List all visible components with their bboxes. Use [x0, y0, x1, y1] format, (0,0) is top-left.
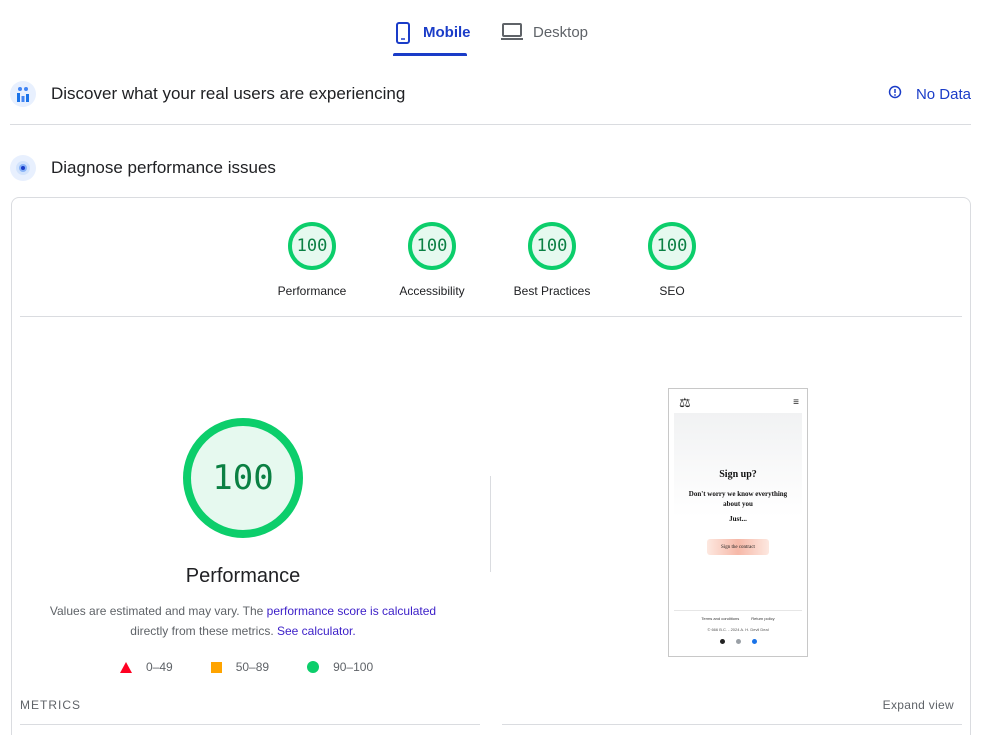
gauge-score: 100: [416, 236, 448, 256]
report-card: 100 Performance 100 Accessibility 100 Be…: [11, 197, 971, 735]
thumb-heading: Sign up?: [719, 469, 757, 480]
diagnose-section: Diagnose performance issues: [10, 153, 971, 183]
gauge-label: Accessibility: [399, 284, 465, 298]
gauge-label: Best Practices: [513, 284, 591, 298]
no-data-status[interactable]: No Data: [888, 85, 971, 103]
linkedin-icon: [751, 639, 757, 644]
legend-range: 0–49: [146, 660, 173, 674]
tab-mobile[interactable]: Mobile: [393, 14, 471, 56]
see-calculator-link[interactable]: See calculator.: [277, 624, 356, 638]
gauge-ring: 100: [648, 222, 696, 270]
square-icon: [210, 661, 222, 673]
gauge-ring: 100: [288, 222, 336, 270]
gauge-score: 100: [536, 236, 568, 256]
best-practices-gauge[interactable]: 100 Best Practices: [492, 222, 612, 298]
performance-gauge[interactable]: 100 Performance: [252, 222, 372, 298]
circle-icon: [307, 661, 320, 673]
performance-description: Values are estimated and may vary. The p…: [42, 601, 444, 641]
desc-text-1: Values are estimated and may vary. The: [49, 604, 267, 618]
legend-pass: 90–100: [307, 660, 373, 674]
smartphone-icon: [393, 14, 413, 49]
legend-range: 50–89: [235, 660, 270, 674]
triangle-icon: [120, 661, 132, 673]
thumb-copyright: © 666 B.C. - 2024 A. H. Devil Deal: [707, 627, 769, 632]
desc-text-2: directly from these metrics.: [130, 624, 277, 638]
tab-desktop-label: Desktop: [533, 24, 589, 41]
metrics-divider-left: [20, 724, 480, 725]
real-users-title: Discover what your real users are experi…: [51, 84, 406, 103]
github-icon: [719, 639, 725, 644]
gauge-label: Performance: [277, 284, 347, 298]
vertical-divider: [490, 476, 491, 572]
scales-logo-icon: ⚖: [679, 395, 691, 410]
thumb-social-icons: [669, 639, 807, 644]
score-gauges: 100 Performance 100 Accessibility 100 Be…: [12, 198, 970, 316]
legend-average: 50–89: [210, 660, 270, 674]
thumb-terms-link: Terms and conditions: [701, 616, 740, 621]
globe-icon: [735, 639, 741, 644]
thumb-subheading: Don't worry we know everything about you: [688, 490, 788, 508]
gauge-label: SEO: [659, 284, 685, 298]
thumb-signup-button: Sign the contract: [707, 539, 769, 555]
performance-score: 100: [212, 458, 274, 498]
thumb-tagline: Just...: [729, 515, 747, 523]
legend-range: 90–100: [333, 660, 374, 674]
accessibility-gauge[interactable]: 100 Accessibility: [372, 222, 492, 298]
performance-title: Performance: [185, 565, 301, 587]
gauge-ring: 100: [528, 222, 576, 270]
performance-big-gauge: 100: [183, 418, 303, 538]
gauges-divider: [20, 316, 962, 317]
no-data-label: No Data: [915, 85, 971, 103]
metrics-heading: METRICS: [20, 698, 81, 712]
gauge-score: 100: [656, 236, 688, 256]
lighthouse-icon: [10, 155, 36, 181]
metrics-divider-right: [502, 724, 962, 725]
gauge-ring: 100: [408, 222, 456, 270]
thumb-return-link: Return policy: [751, 616, 775, 621]
laptop-icon: [501, 14, 523, 47]
diagnose-title: Diagnose performance issues: [51, 158, 276, 177]
thumb-footer-links: Terms and conditions Return policy: [669, 616, 807, 621]
thumb-footer-divider: [674, 610, 802, 611]
seo-gauge[interactable]: 100 SEO: [612, 222, 732, 298]
hamburger-menu-icon: ≡: [793, 397, 799, 408]
gauge-score: 100: [296, 236, 328, 256]
expand-view-button[interactable]: Expand view: [883, 698, 954, 712]
real-users-section: Discover what your real users are experi…: [10, 79, 971, 109]
tab-mobile-label: Mobile: [423, 24, 471, 41]
info-icon: [888, 85, 902, 103]
section-divider: [10, 124, 971, 125]
page-screenshot-thumbnail[interactable]: ⚖ ≡ Sign up? Don't worry we know everyth…: [668, 388, 808, 657]
crux-users-icon: [10, 81, 36, 107]
legend-fail: 0–49: [120, 660, 173, 674]
tab-desktop[interactable]: Desktop: [501, 14, 593, 56]
device-tabs: Mobile Desktop: [0, 0, 982, 56]
score-legend: 0–49 50–89 90–100: [120, 660, 411, 674]
score-calculated-link[interactable]: performance score is calculated: [267, 604, 436, 618]
